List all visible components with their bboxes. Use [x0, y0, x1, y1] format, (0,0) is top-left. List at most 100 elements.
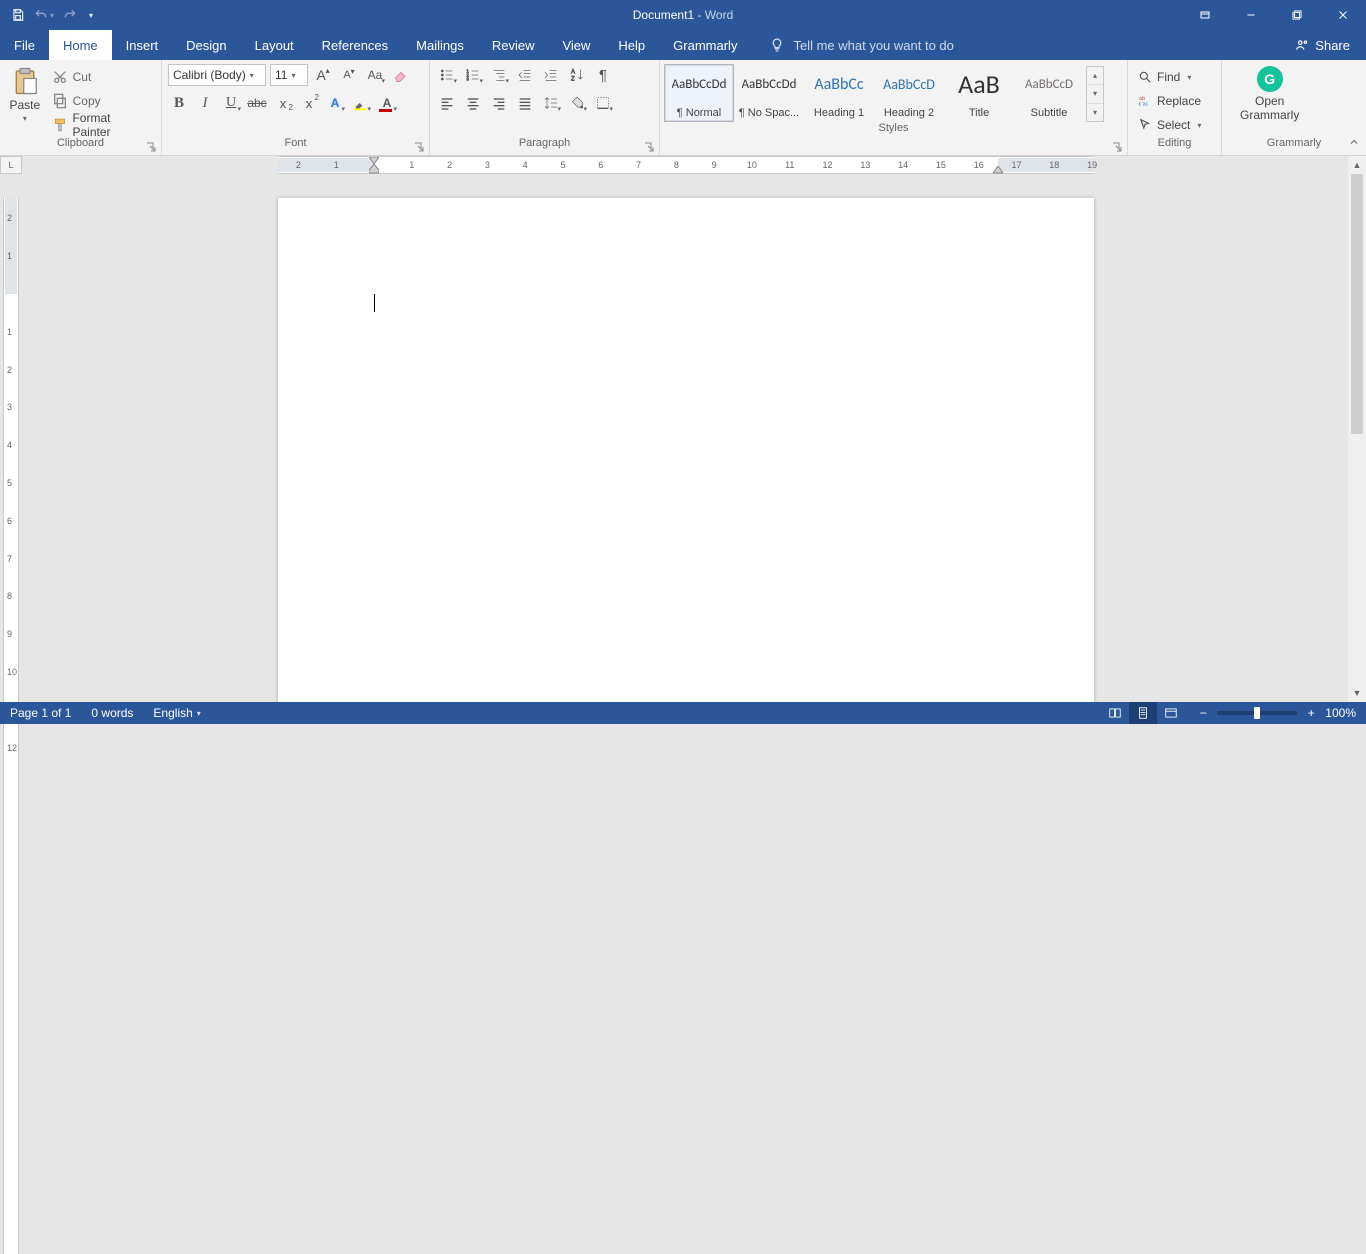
superscript-button[interactable]: x: [298, 92, 320, 114]
show-hide-marks-button[interactable]: ¶: [592, 64, 614, 86]
sort-button[interactable]: AZ: [566, 64, 588, 86]
paragraph-launcher[interactable]: [644, 141, 656, 153]
vertical-ruler[interactable]: 21123456789101112: [0, 174, 22, 702]
grow-font-button[interactable]: A▴: [312, 64, 334, 86]
align-center-button[interactable]: [462, 92, 484, 114]
subscript-button[interactable]: x: [272, 92, 294, 114]
scroll-thumb[interactable]: [1351, 174, 1363, 434]
decrease-indent-button[interactable]: [514, 64, 536, 86]
increase-indent-button[interactable]: [540, 64, 562, 86]
font-launcher[interactable]: [414, 141, 426, 153]
zoom-slider-thumb[interactable]: [1254, 707, 1260, 719]
tab-insert[interactable]: Insert: [112, 30, 173, 60]
collapse-ribbon-button[interactable]: [1348, 136, 1360, 151]
scroll-down-button[interactable]: ▼: [1348, 684, 1366, 702]
zoom-out-button[interactable]: −: [1195, 706, 1211, 720]
style--no-spac-[interactable]: AaBbCcDd¶ No Spac...: [734, 64, 804, 122]
italic-button[interactable]: I: [194, 92, 216, 114]
h-ruler-tick: 13: [860, 160, 870, 170]
styles-row-down[interactable]: ▾: [1087, 85, 1103, 103]
zoom-in-button[interactable]: +: [1303, 706, 1319, 720]
tab-view[interactable]: View: [548, 30, 604, 60]
style-subtitle[interactable]: AaBbCcDSubtitle: [1014, 64, 1084, 122]
tab-mailings[interactable]: Mailings: [402, 30, 478, 60]
numbering-button[interactable]: 123: [462, 64, 484, 86]
font-name-combo[interactable]: Calibri (Body)▾: [168, 64, 266, 86]
bold-button[interactable]: B: [168, 92, 190, 114]
align-left-button[interactable]: [436, 92, 458, 114]
tab-help[interactable]: Help: [604, 30, 659, 60]
zoom-slider[interactable]: [1217, 711, 1297, 715]
share-button[interactable]: Share: [1279, 30, 1366, 60]
group-styles: AaBbCcDd¶ NormalAaBbCcDd¶ No Spac...AaBb…: [660, 60, 1128, 155]
scroll-up-button[interactable]: ▲: [1348, 156, 1366, 174]
shading-button[interactable]: [566, 92, 588, 114]
open-grammarly-button[interactable]: G OpenGrammarly: [1228, 64, 1311, 122]
status-page[interactable]: Page 1 of 1: [0, 702, 81, 724]
close-button[interactable]: [1320, 0, 1366, 30]
strikethrough-button[interactable]: abc: [246, 92, 268, 114]
multilevel-list-button[interactable]: [488, 64, 510, 86]
h-ruler-tick: 9: [712, 160, 717, 170]
status-words[interactable]: 0 words: [81, 702, 143, 724]
styles-more-button[interactable]: ▾: [1087, 104, 1103, 121]
select-button[interactable]: Select ▾: [1134, 114, 1205, 136]
tab-file[interactable]: File: [0, 30, 49, 60]
tell-me-search[interactable]: Tell me what you want to do: [769, 30, 953, 60]
styles-launcher[interactable]: [1112, 141, 1124, 153]
ribbon-display-options-button[interactable]: [1182, 0, 1228, 30]
maximize-button[interactable]: [1274, 0, 1320, 30]
style-heading-2[interactable]: AaBbCcDHeading 2: [874, 64, 944, 122]
paste-button[interactable]: Paste ▾: [6, 64, 44, 123]
find-button[interactable]: Find ▾: [1134, 66, 1205, 88]
minimize-button[interactable]: [1228, 0, 1274, 30]
change-case-button[interactable]: Aa: [364, 64, 386, 86]
format-painter-button[interactable]: Format Painter: [48, 114, 155, 136]
replace-button[interactable]: abac Replace: [1134, 90, 1205, 112]
copy-button[interactable]: Copy: [48, 90, 155, 112]
tab-review[interactable]: Review: [478, 30, 549, 60]
justify-button[interactable]: [514, 92, 536, 114]
right-indent-marker[interactable]: [993, 166, 1003, 174]
underline-button[interactable]: U: [220, 92, 242, 114]
font-color-button[interactable]: A: [376, 92, 398, 114]
line-spacing-button[interactable]: [540, 92, 562, 114]
multilevel-icon: [491, 67, 507, 83]
shrink-font-button[interactable]: A▾: [338, 64, 360, 86]
tab-references[interactable]: References: [308, 30, 402, 60]
text-effects-button[interactable]: A: [324, 92, 346, 114]
vertical-scrollbar[interactable]: ▲ ▼: [1348, 156, 1366, 702]
tab-grammarly[interactable]: Grammarly: [659, 30, 751, 60]
styles-row-up[interactable]: ▴: [1087, 67, 1103, 85]
print-layout-button[interactable]: [1129, 702, 1157, 724]
web-layout-button[interactable]: [1157, 702, 1185, 724]
clear-formatting-button[interactable]: [390, 64, 412, 86]
bullets-button[interactable]: [436, 64, 458, 86]
horizontal-ruler[interactable]: 2112345678910111213141516171819: [22, 156, 1348, 174]
redo-button[interactable]: [58, 3, 82, 27]
highlight-button[interactable]: [350, 92, 372, 114]
save-button[interactable]: [6, 3, 30, 27]
tab-home[interactable]: Home: [49, 30, 112, 60]
tab-design[interactable]: Design: [172, 30, 240, 60]
undo-button[interactable]: ▾: [32, 3, 56, 27]
page[interactable]: [278, 198, 1094, 702]
cut-button[interactable]: Cut: [48, 66, 155, 88]
v-ruler-tick: 10: [7, 667, 17, 677]
zoom-level[interactable]: 100%: [1325, 706, 1356, 720]
borders-button[interactable]: [592, 92, 614, 114]
tab-selector[interactable]: L: [0, 156, 22, 174]
style--normal[interactable]: AaBbCcDd¶ Normal: [664, 64, 734, 122]
font-size-combo[interactable]: 11▾: [270, 64, 308, 86]
style-heading-1[interactable]: AaBbCcHeading 1: [804, 64, 874, 122]
group-editing: Find ▾ abac Replace Select ▾ Editing: [1128, 60, 1222, 155]
clipboard-launcher[interactable]: [146, 141, 158, 153]
customize-qat-button[interactable]: ▾: [84, 3, 98, 27]
left-indent-marker[interactable]: [369, 164, 379, 174]
document-area[interactable]: [22, 174, 1348, 702]
style-title[interactable]: AaBTitle: [944, 64, 1014, 122]
align-right-button[interactable]: [488, 92, 510, 114]
tab-layout[interactable]: Layout: [241, 30, 308, 60]
read-mode-button[interactable]: [1101, 702, 1129, 724]
status-language[interactable]: English▾: [143, 702, 210, 724]
